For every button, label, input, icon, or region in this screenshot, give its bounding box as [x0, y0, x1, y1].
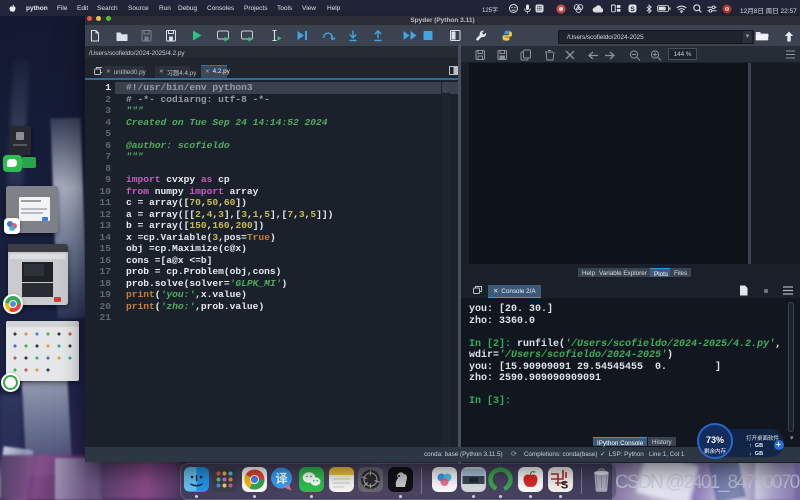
svg-text:S: S: [630, 6, 635, 13]
svg-text:译: 译: [275, 472, 288, 486]
svg-text:S: S: [561, 480, 568, 492]
svg-text:拼: 拼: [537, 5, 543, 13]
